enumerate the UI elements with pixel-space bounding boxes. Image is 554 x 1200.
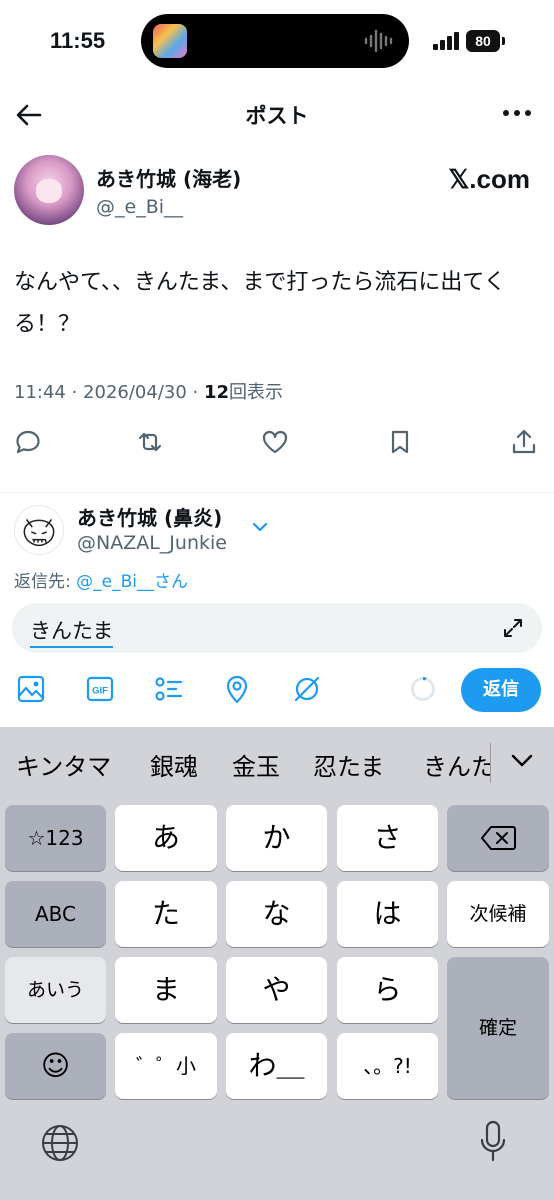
microphone-icon[interactable] (480, 1120, 506, 1164)
key-sa[interactable]: さ (337, 805, 438, 871)
bookmark-icon[interactable] (386, 428, 414, 456)
composer-avatar[interactable] (14, 505, 64, 555)
post-meta: 11:44 · 2026/04/30 · 12回表示 (14, 378, 283, 404)
candidate-4[interactable]: 忍たま (313, 747, 384, 782)
key-abc[interactable]: ABC (5, 881, 106, 947)
candidate-separator (490, 743, 491, 783)
author-avatar[interactable] (14, 155, 84, 225)
key-wa[interactable]: わ＿ (226, 1033, 327, 1099)
image-icon[interactable] (16, 674, 46, 704)
reply-icon[interactable] (14, 428, 42, 456)
key-punctuation[interactable]: 、。?! (337, 1033, 438, 1099)
page-title: ポスト (245, 104, 309, 128)
reply-input-value[interactable]: きんたま (30, 615, 114, 648)
candidate-3[interactable]: 金玉 (232, 747, 280, 782)
expand-icon[interactable] (502, 617, 524, 639)
key-kana-mode[interactable]: あいう (5, 957, 106, 1023)
candidate-2[interactable]: 銀魂 (150, 747, 198, 782)
status-bar: 11:55 80 (0, 0, 554, 80)
key-a[interactable]: あ (115, 805, 217, 871)
signal-icon (433, 32, 459, 50)
composer-account-handle[interactable]: @NAZAL_Junkie (77, 532, 227, 554)
grok-icon[interactable] (292, 674, 322, 704)
candidate-bar: キンタマ 銀魂 金玉 忍たま きんた (0, 727, 554, 797)
reply-to-handle[interactable]: @_e_Bi__さん (76, 572, 188, 592)
post-time: 11:44 · 2026/04/30 · (14, 382, 204, 403)
author-handle[interactable]: @_e_Bi__ (96, 196, 183, 218)
key-na[interactable]: な (226, 881, 327, 947)
reply-input[interactable]: きんたま (12, 603, 542, 653)
share-icon[interactable] (510, 428, 538, 456)
character-count-icon (411, 677, 435, 701)
key-ka[interactable]: か (226, 805, 327, 871)
poll-icon[interactable] (154, 674, 184, 704)
candidate-5[interactable]: きんた (423, 747, 490, 782)
repost-icon[interactable] (136, 428, 164, 456)
location-icon[interactable] (222, 674, 252, 704)
more-options-icon[interactable] (502, 108, 532, 118)
dynamic-island[interactable] (141, 14, 409, 68)
post-header: ポスト (0, 90, 554, 138)
live-activity-app-icon (153, 24, 187, 58)
battery-tip (502, 37, 505, 45)
key-ra[interactable]: ら (337, 957, 438, 1023)
avatar-face (36, 179, 62, 203)
backspace-key[interactable] (447, 805, 549, 871)
backspace-icon (481, 826, 516, 850)
composer-account-name[interactable]: あき竹城 (鼻炎) (77, 502, 222, 531)
divider (0, 492, 554, 493)
view-label: 回表示 (229, 382, 284, 403)
chevron-down-icon[interactable] (250, 520, 270, 534)
key-dakuten[interactable]: ゛゜小 (115, 1033, 217, 1099)
reply-to: 返信先: @_e_Bi__さん (14, 567, 188, 592)
view-count[interactable]: 12 (204, 382, 229, 403)
reply-button[interactable]: 返信 (461, 668, 541, 712)
candidate-1[interactable]: キンタマ (16, 747, 111, 782)
confirm-key[interactable]: 確定 (447, 957, 549, 1099)
globe-icon[interactable] (40, 1123, 80, 1163)
post-actions (0, 428, 554, 458)
status-time: 11:55 (50, 28, 106, 53)
battery-icon: 80 (466, 30, 500, 52)
next-candidate-key[interactable]: 次候補 (447, 881, 549, 947)
key-ya[interactable]: や (226, 957, 327, 1023)
key-ma[interactable]: ま (115, 957, 217, 1023)
key-ha[interactable]: は (337, 881, 438, 947)
post-text: なんやて、、きんたま、まで打ったら流石に出てくる！？ (14, 270, 506, 337)
key-numbers[interactable]: ☆123 (5, 805, 106, 871)
audio-wave-icon (364, 29, 393, 53)
gif-icon[interactable]: GIF (85, 674, 115, 704)
reply-to-label: 返信先: (14, 572, 77, 592)
author-name[interactable]: あき竹城 (海老) (96, 163, 241, 192)
source-badge: 𝕏.com (448, 164, 530, 194)
chevron-down-icon[interactable] (510, 753, 534, 769)
like-heart-icon[interactable] (261, 428, 289, 456)
svg-text:GIF: GIF (92, 686, 108, 697)
key-ta[interactable]: た (115, 881, 217, 947)
emoji-key[interactable]: ☺ (5, 1033, 106, 1099)
